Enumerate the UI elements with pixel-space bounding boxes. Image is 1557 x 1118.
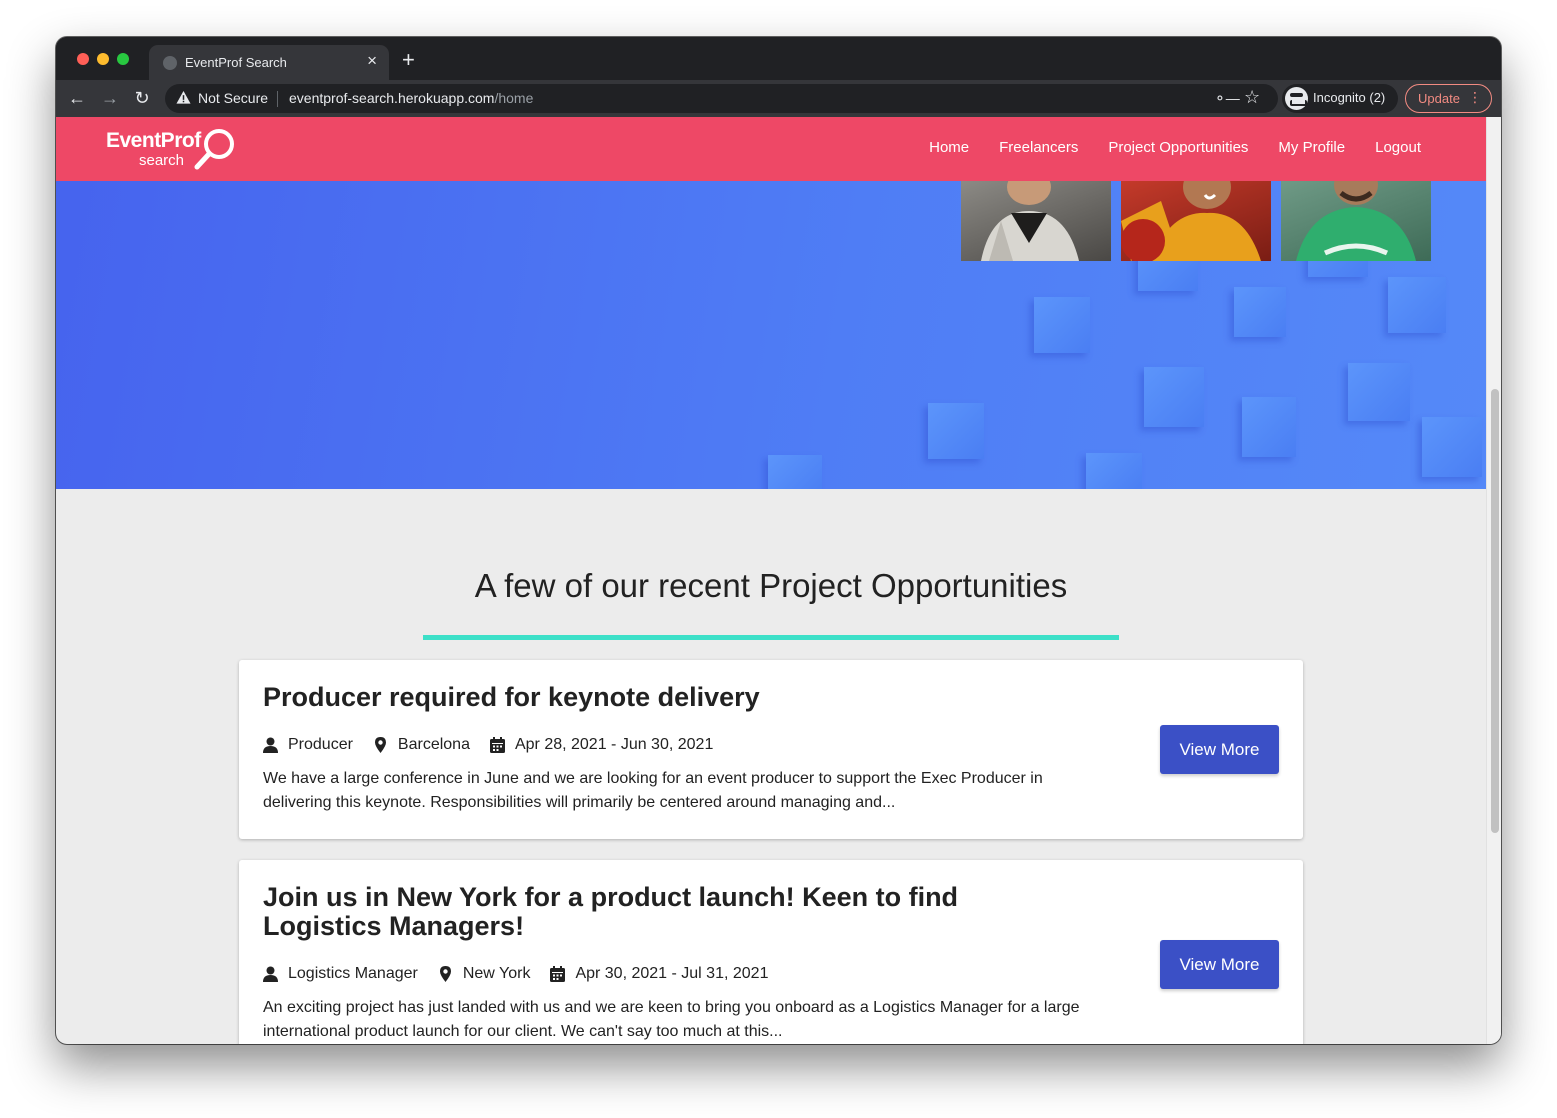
opportunity-description: We have a large conference in June and w… — [263, 770, 1043, 811]
more-vertical-icon[interactable]: ⋮ — [1468, 90, 1482, 104]
location-meta: New York — [438, 965, 531, 983]
decorative-cube — [1144, 367, 1204, 427]
logo-wordmark: EventProf — [106, 129, 201, 152]
role-label: Logistics Manager — [288, 965, 418, 982]
opportunity-card: Producer required for keynote delivery P… — [239, 660, 1303, 839]
maximize-window-button[interactable] — [117, 53, 129, 65]
site-header: EventProf search Home Freelancers Projec… — [56, 117, 1486, 181]
decorative-cube — [1234, 287, 1286, 337]
incognito-label: Incognito (2) — [1313, 90, 1386, 105]
opportunity-meta: Producer Barcelona Apr 28, 2021 - Jun 30… — [263, 736, 733, 754]
decorative-cube — [928, 403, 984, 459]
person-illustration — [1121, 181, 1261, 261]
role-meta: Logistics Manager — [263, 965, 418, 983]
section-title: A few of our recent Project Opportunitie… — [474, 567, 1068, 604]
role-meta: Producer — [263, 736, 353, 754]
nav-project-opportunities[interactable]: Project Opportunities — [1108, 139, 1248, 156]
magnifier-icon — [194, 129, 234, 170]
dates-meta: Apr 30, 2021 - Jul 31, 2021 — [550, 965, 768, 983]
decorative-cube — [1034, 297, 1090, 353]
globe-icon — [163, 56, 177, 70]
back-arrow-icon[interactable]: ← — [66, 87, 88, 109]
forward-arrow-icon[interactable]: → — [99, 87, 121, 109]
opportunity-description: An exciting project has just landed with… — [263, 999, 1080, 1040]
browser-tab[interactable]: EventProf Search × — [149, 45, 389, 80]
eventprof-logo[interactable]: EventProf search — [106, 127, 246, 171]
person-illustration — [1296, 181, 1416, 261]
url-text[interactable]: eventprof-search.herokuapp.com/home — [289, 90, 533, 106]
close-window-button[interactable] — [77, 53, 89, 65]
dates-label: Apr 28, 2021 - Jun 30, 2021 — [514, 736, 714, 753]
page-viewport: EventProf search Home Freelancers Projec… — [56, 117, 1501, 1044]
user-icon — [263, 737, 278, 753]
url-path: /home — [494, 90, 534, 106]
freelancer-photo[interactable] — [1281, 181, 1431, 261]
browser-toolbar: ← → ↻ Not Secure eventprof-search.heroku… — [56, 80, 1501, 117]
person-illustration — [981, 181, 1079, 261]
location-label: New York — [462, 965, 531, 982]
nav-logout[interactable]: Logout — [1375, 139, 1421, 156]
update-button[interactable]: Update ⋮ — [1405, 84, 1492, 113]
tab-strip: EventProf Search × + — [56, 37, 1501, 80]
calendar-icon — [550, 966, 566, 982]
calendar-icon — [489, 737, 505, 753]
main-nav: Home Freelancers Project Opportunities M… — [899, 139, 1421, 156]
map-pin-icon — [439, 966, 451, 982]
logo-subtitle: search — [139, 152, 185, 169]
scrollbar-thumb[interactable] — [1491, 389, 1499, 833]
decorative-cube — [1242, 397, 1296, 457]
freelancer-photo[interactable] — [1121, 181, 1271, 261]
dates-label: Apr 30, 2021 - Jul 31, 2021 — [575, 965, 769, 982]
page-scrollbar[interactable] — [1486, 117, 1501, 1044]
incognito-icon — [1285, 87, 1308, 110]
address-bar[interactable]: Not Secure eventprof-search.herokuapp.co… — [165, 84, 1278, 113]
new-tab-button[interactable]: + — [402, 49, 415, 71]
incognito-indicator[interactable]: Incognito (2) — [1282, 84, 1398, 113]
role-label: Producer — [288, 736, 353, 753]
nav-freelancers[interactable]: Freelancers — [999, 139, 1078, 156]
freelancer-photo[interactable] — [961, 181, 1111, 261]
opportunity-title: Producer required for keynote delivery — [263, 682, 760, 712]
reload-icon[interactable]: ↻ — [131, 87, 153, 109]
decorative-cube — [1086, 453, 1142, 489]
close-icon[interactable]: × — [367, 52, 377, 69]
key-icon[interactable]: ⚬— — [1214, 90, 1240, 107]
title-underline — [423, 635, 1119, 640]
location-label: Barcelona — [397, 736, 470, 753]
opportunity-card: Join us in New York for a product launch… — [239, 860, 1303, 1044]
divider — [277, 91, 278, 107]
warning-icon — [176, 90, 191, 104]
decorative-cube — [768, 455, 822, 489]
minimize-window-button[interactable] — [97, 53, 109, 65]
nav-my-profile[interactable]: My Profile — [1278, 139, 1345, 156]
view-more-button[interactable]: View More — [1160, 725, 1279, 774]
nav-home[interactable]: Home — [929, 139, 969, 156]
map-pin-icon — [374, 737, 386, 753]
url-host: eventprof-search.herokuapp.com — [289, 90, 495, 106]
location-meta: Barcelona — [373, 736, 470, 754]
update-label: Update — [1418, 91, 1460, 106]
browser-window: EventProf Search × + ← → ↻ Not Secure ev… — [56, 37, 1501, 1044]
star-icon[interactable]: ☆ — [1244, 87, 1260, 108]
dates-meta: Apr 28, 2021 - Jun 30, 2021 — [489, 736, 714, 754]
opportunity-meta: Logistics Manager New York Apr 30, 2021 … — [263, 965, 788, 983]
user-icon — [263, 966, 278, 982]
decorative-cube — [1388, 277, 1446, 333]
decorative-cube — [1348, 363, 1410, 421]
decorative-cube — [1422, 417, 1482, 477]
security-label[interactable]: Not Secure — [198, 90, 268, 106]
opportunity-title: Join us in New York for a product launch… — [263, 882, 959, 941]
view-more-button[interactable]: View More — [1160, 940, 1279, 989]
tab-title: EventProf Search — [185, 55, 287, 70]
